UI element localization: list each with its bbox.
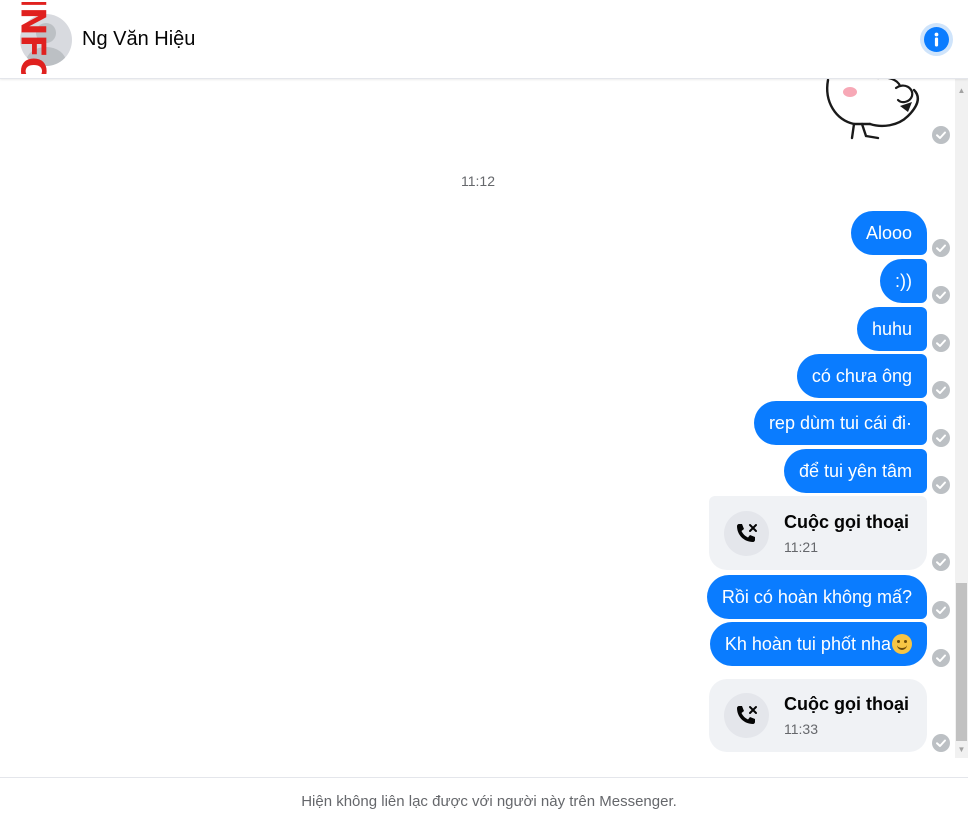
seen-check-icon — [932, 239, 950, 257]
message-bubble[interactable]: Alooo — [850, 211, 927, 255]
message-timestamp: 11:12 — [461, 173, 495, 189]
message-bubble[interactable]: rep dùm tui cái đi· — [753, 401, 927, 445]
seen-check-icon — [932, 286, 950, 304]
seen-check-icon — [932, 553, 950, 571]
info-button[interactable] — [920, 23, 953, 56]
call-time: 11:33 — [784, 721, 818, 737]
footer-divider — [0, 777, 968, 778]
smiley-emoji — [892, 634, 912, 654]
seen-check-icon — [932, 334, 950, 352]
scrollbar-thumb[interactable] — [956, 583, 967, 741]
messenger-window: INFO Ng Văn Hiệu 11:12 Alooo :)) huhu có… — [0, 0, 968, 816]
call-time: 11:21 — [784, 539, 818, 555]
call-card[interactable]: Cuộc gọi thoại 11:21 — [709, 496, 927, 570]
message-bubble[interactable]: Kh hoàn tui phốt nha — [709, 622, 927, 666]
message-bubble[interactable]: có chưa ông — [796, 354, 927, 398]
bunny-sticker — [826, 76, 919, 140]
call-title: Cuộc gọi thoại — [784, 512, 909, 532]
conversation-header: INFO Ng Văn Hiệu — [0, 0, 968, 79]
seen-check-icon — [932, 734, 950, 752]
seen-check-icon — [932, 126, 950, 144]
watermark: INFO — [12, 2, 48, 74]
seen-check-icon — [932, 476, 950, 494]
seen-check-icon — [932, 649, 950, 667]
missed-call-icon — [724, 693, 769, 738]
call-card[interactable]: Cuộc gọi thoại 11:33 — [709, 679, 927, 752]
seen-check-icon — [932, 381, 950, 399]
message-bubble[interactable]: Rồi có hoàn không mấ? — [706, 575, 927, 619]
scroll-down-arrow-icon[interactable]: ▼ — [956, 745, 967, 755]
unavailable-notice: Hiện không liên lạc được với người này t… — [301, 793, 677, 810]
scroll-up-arrow-icon[interactable]: ▲ — [956, 86, 967, 96]
message-bubble[interactable]: huhu — [856, 307, 927, 351]
seen-check-icon — [932, 601, 950, 619]
message-text: Kh hoàn tui phốt nha — [724, 634, 891, 654]
info-icon — [924, 27, 949, 52]
message-bubble[interactable]: :)) — [880, 259, 927, 303]
message-bubble[interactable]: để tui yên tâm — [783, 449, 927, 493]
call-title: Cuộc gọi thoại — [784, 694, 909, 714]
seen-check-icon — [932, 429, 950, 447]
contact-name[interactable]: Ng Văn Hiệu — [82, 28, 195, 51]
missed-call-icon — [724, 511, 769, 556]
